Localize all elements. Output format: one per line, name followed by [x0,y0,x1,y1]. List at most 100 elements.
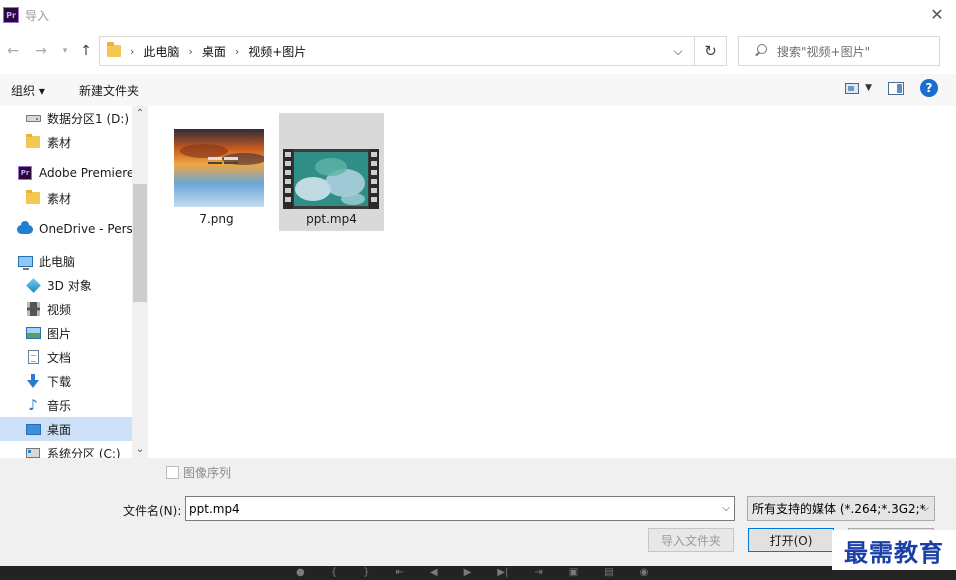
file-list-pane: 7.png ppt.mp4 [148,106,956,458]
chevron-down-icon[interactable]: ⌵ [667,37,689,65]
filename-value: ppt.mp4 [189,501,240,516]
address-bar[interactable]: › 此电脑 › 桌面 › 视频+图片 ⌵ ↻ [99,36,727,66]
chevron-down-icon[interactable]: ⌵ [722,497,730,520]
3d-objects-icon [25,277,41,293]
filename-field[interactable]: ppt.mp4 ⌵ [185,496,735,521]
background-app-transport-bar: ● { } ⇤ ◀ ▶ ▶| ⇥ ▣ ▤ ◉ [0,566,956,580]
close-button[interactable]: ✕ [928,6,946,24]
video-icon [25,301,41,317]
premiere-logo-icon: Pr [3,7,19,23]
import-folder-button[interactable]: 导入文件夹 [648,528,734,552]
back-icon[interactable]: ← [4,41,22,61]
system-drive-icon [25,445,41,458]
camera-icon: ◉ [639,567,649,578]
sidebar-item-music[interactable]: ♪ 音乐 [0,393,132,417]
chevron-down-icon[interactable]: ▼ [865,83,872,93]
step-forward-icon: ▶| [497,567,509,578]
refresh-icon[interactable]: ↻ [694,37,726,65]
open-button[interactable]: 打开(O) [748,528,834,552]
step-back-icon: ◀ [429,567,438,578]
overwrite-icon: ▤ [604,567,614,578]
up-icon[interactable]: ↑ [77,41,95,61]
folder-icon [25,190,41,206]
sidebar-item-desktop[interactable]: 桌面 [0,417,132,441]
sidebar-scrollbar[interactable]: ⌃ ⌄ [132,106,148,458]
sidebar-item-label: 此电脑 [39,254,76,269]
checkbox-box[interactable] [166,466,179,479]
go-to-out-icon: ⇥ [534,567,543,578]
sidebar-item-label: 3D 对象 [47,278,92,293]
marker-icon: ● [296,567,305,578]
window-title: 导入 [25,8,50,23]
play-icon: ▶ [463,567,472,578]
sidebar-item-label: OneDrive - Perso [39,222,132,236]
sidebar-item-label: 系统分区 (C:) [47,446,121,459]
breadcrumb-current-folder[interactable]: 视频+图片 [248,43,306,60]
file-name: 7.png [199,212,234,226]
watermark-logo: 最需教育 [832,530,956,570]
sidebar-item-videos[interactable]: 视频 [0,297,132,321]
sidebar-item-pictures[interactable]: 图片 [0,321,132,345]
image-sequence-checkbox[interactable]: 图像序列 [166,464,231,481]
image-sequence-label: 图像序列 [183,466,232,480]
breadcrumb-desktop[interactable]: 桌面 [202,43,226,60]
desktop-icon [25,421,41,437]
breadcrumb-this-pc[interactable]: 此电脑 [143,43,179,60]
sidebar-item-data-drive[interactable]: 数据分区1 (D:) [0,106,132,130]
scrollbar-thumb[interactable] [133,184,147,302]
new-folder-button[interactable]: 新建文件夹 [79,82,139,99]
sidebar-item-label: 数据分区1 (D:) [47,111,130,126]
sidebar-item-label: 素材 [47,135,72,150]
sidebar-item-label: 图片 [47,326,72,341]
file-name: ppt.mp4 [306,212,357,226]
sidebar-item-onedrive[interactable]: OneDrive - Perso [0,217,132,241]
pictures-icon [25,325,41,341]
chevron-right-icon[interactable]: › [130,45,134,58]
search-input[interactable]: 搜索"视频+图片" [738,36,940,66]
file-item-ppt-mp4[interactable]: ppt.mp4 [279,113,384,231]
file-item-7-png[interactable]: 7.png [164,113,269,231]
sidebar-item-label: 素材 [47,191,72,206]
file-type-select[interactable]: 所有支持的媒体 (*.264;*.3G2;* ⌵ [747,496,935,521]
sidebar-item-label: 音乐 [47,398,72,413]
help-icon[interactable]: ? [920,79,938,97]
video-thumbnail [283,149,379,209]
sidebar-item-materials-2[interactable]: 素材 [0,186,132,210]
search-placeholder: 搜索"视频+图片" [777,44,871,59]
chevron-right-icon[interactable]: › [235,45,239,58]
sidebar-item-system-drive[interactable]: 系统分区 (C:) [0,441,132,458]
drive-icon [25,110,41,126]
download-icon [25,373,41,389]
chevron-down-icon[interactable]: ⌵ [921,497,929,520]
in-point-icon: { [330,567,338,578]
insert-icon: ▣ [568,567,579,578]
folder-icon [25,134,41,150]
scroll-down-icon[interactable]: ⌄ [132,442,148,458]
preview-pane-icon[interactable] [888,81,904,95]
filename-label: 文件名(N): [123,504,182,518]
sidebar-item-label: 桌面 [47,422,72,437]
forward-icon[interactable]: → [32,41,50,61]
search-icon [753,44,767,58]
sidebar-item-materials[interactable]: 素材 [0,130,132,154]
sidebar-item-downloads[interactable]: 下载 [0,369,132,393]
file-type-value: 所有支持的媒体 (*.264;*.3G2;* [752,502,926,516]
recent-locations-icon[interactable]: ▾ [56,41,74,61]
onedrive-icon [17,220,33,237]
sidebar-item-this-pc[interactable]: 此电脑 [0,249,132,273]
organize-button[interactable]: 组织 ▾ [11,82,45,99]
sidebar-item-documents[interactable]: 文档 [0,345,132,369]
scroll-up-icon[interactable]: ⌃ [132,106,148,122]
sidebar-item-label: 下载 [47,374,72,389]
go-to-in-icon: ⇤ [395,567,404,578]
dialog-footer: 图像序列 文件名(N): ppt.mp4 ⌵ 所有支持的媒体 (*.264;*.… [0,458,956,566]
chevron-right-icon[interactable]: › [188,45,192,58]
title-bar: Pr 导入 ✕ [0,0,956,30]
change-view-icon[interactable] [845,82,860,94]
documents-icon [25,349,41,365]
navigation-bar: ← → ▾ ↑ › 此电脑 › 桌面 › 视频+图片 ⌵ ↻ 搜索"视频+图片" [0,34,956,68]
sidebar-item-label: 视频 [47,302,72,317]
sidebar-item-3d-objects[interactable]: 3D 对象 [0,273,132,297]
premiere-icon: Pr [17,165,33,181]
sidebar-item-adobe-premiere[interactable]: Pr Adobe Premiere [0,161,132,185]
